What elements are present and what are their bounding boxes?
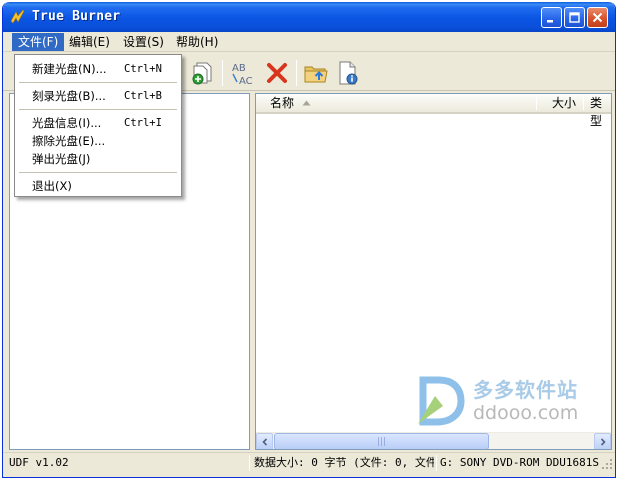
minimize-button[interactable] [541,7,562,28]
menu-help[interactable]: 帮助(H) [170,33,224,51]
watermark-url-text: ddooo.com [473,402,579,424]
menu-separator [19,82,177,83]
watermark-logo-icon [418,376,465,426]
column-header-type[interactable]: 类型 [590,94,611,128]
menu-exit[interactable]: 退出(X) [17,178,179,194]
menu-file[interactable]: 文件(F) [12,33,65,51]
menu-new-disc[interactable]: 新建光盘(N)... Ctrl+N [17,61,179,77]
menu-eject-disc[interactable]: 弹出光盘(J) [17,151,179,167]
menu-disc-info[interactable]: 光盘信息(I)... Ctrl+I [17,115,179,131]
toolbar-separator [222,60,223,86]
menu-item-label: 擦除光盘(E)... [32,134,106,148]
watermark-chinese-text: 多多软件站 [473,378,578,402]
menu-burn-disc[interactable]: 刻录光盘(B)... Ctrl+B [17,88,179,104]
close-button[interactable] [587,7,608,28]
delete-icon[interactable] [264,60,290,86]
arrow-left-icon [261,437,267,446]
title-bar[interactable]: True Burner [3,2,615,32]
up-folder-icon[interactable] [303,60,329,86]
maximize-icon [569,12,580,23]
app-logo-icon [10,9,25,24]
scroll-right-button[interactable] [594,433,611,449]
minimize-icon [547,20,553,23]
status-drive: G: SONY DVD-ROM DDU1681S [440,456,599,469]
column-header-name[interactable]: 名称 [270,94,294,112]
window-title: True Burner [32,9,121,24]
menu-settings[interactable]: 设置(S) [117,33,170,51]
status-format: UDF v1.02 [9,456,69,469]
close-icon [592,12,603,23]
column-header-size[interactable]: 大小 [552,94,576,112]
menu-item-shortcut: Ctrl+N [124,63,162,75]
sort-ascending-icon [302,100,311,106]
scroll-thumb[interactable]: ||| [274,433,489,449]
resize-grip-icon[interactable] [601,458,613,470]
svg-text:AC: AC [239,76,253,86]
maximize-button[interactable] [564,7,585,28]
menu-item-label: 退出(X) [32,179,72,193]
toolbar-separator [296,60,297,86]
menu-item-label: 刻录光盘(B)... [32,89,106,103]
status-bar: UDF v1.02 数据大小: 0 字节 (文件: 0, 文件夹: 0) G: … [3,452,615,472]
column-divider[interactable] [583,97,584,110]
rename-icon[interactable]: AB AC [230,60,256,86]
status-divider [436,455,437,471]
menu-erase-disc[interactable]: 擦除光盘(E)... [17,133,179,149]
menu-item-shortcut: Ctrl+I [124,117,162,129]
horizontal-scrollbar[interactable]: ||| [256,432,611,449]
menu-separator [19,172,177,173]
menu-item-label: 弹出光盘(J) [32,152,91,166]
arrow-right-icon [600,437,606,446]
menu-bar: 文件(F) 编辑(E) 设置(S) 帮助(H) [3,32,615,52]
menu-item-label: 光盘信息(I)... [32,116,102,130]
scroll-left-button[interactable] [256,433,273,449]
scroll-grip-icon: ||| [376,436,387,447]
watermark: 多多软件站 ddooo.com [415,372,595,432]
file-menu-dropdown: 新建光盘(N)... Ctrl+N 刻录光盘(B)... Ctrl+B 光盘信息… [14,54,182,197]
menu-item-label: 新建光盘(N)... [32,62,107,76]
svg-text:AB: AB [232,63,246,74]
column-divider[interactable] [536,97,537,110]
list-header: 名称 大小 类型 [256,94,611,128]
menu-edit[interactable]: 编辑(E) [63,33,116,51]
status-divider [249,455,250,471]
add-file-icon[interactable] [190,60,216,86]
menu-separator [19,109,177,110]
status-data-size: 数据大小: 0 字节 (文件: 0, 文件夹: 0) [254,456,434,469]
properties-icon[interactable] [335,60,361,86]
app-window: True Burner 文件(F) 编辑(E) 设置(S) 帮助(H) AB A… [2,2,616,478]
menu-item-shortcut: Ctrl+B [124,90,162,102]
